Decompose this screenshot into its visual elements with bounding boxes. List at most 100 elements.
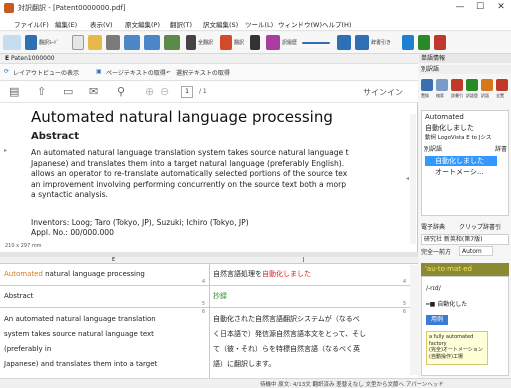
minimize-button[interactable]: — bbox=[452, 1, 468, 14]
zoom-icon[interactable]: ⚲ bbox=[117, 85, 125, 99]
example-note: a fully automated factory (完全)オートメーション (… bbox=[426, 331, 488, 365]
dictionary-icon[interactable] bbox=[434, 35, 446, 50]
scroll-left-arrow-icon[interactable]: ▸ bbox=[4, 147, 7, 154]
editor-scrollbar[interactable] bbox=[410, 265, 418, 375]
page-total: / 1 bbox=[199, 88, 207, 95]
word-icon[interactable] bbox=[481, 79, 493, 91]
title-bar: 対訳翻訳 - [Patent0000000.pdf] — ☐ ✕ bbox=[0, 0, 511, 16]
open-folder-icon[interactable] bbox=[88, 35, 102, 50]
grid-view-icon[interactable] bbox=[355, 35, 369, 50]
menu-help[interactable]: ヘルプ(H) bbox=[322, 19, 351, 29]
mail-icon[interactable]: ✉ bbox=[89, 85, 98, 99]
menu-target-edit[interactable]: 訳文編集(S) bbox=[203, 19, 238, 29]
row-number: 5 bbox=[402, 301, 406, 307]
document-tab[interactable]: E Paten1000000 bbox=[0, 54, 418, 64]
replace-all-label: 全置 bbox=[496, 93, 504, 98]
column-j-label: J bbox=[303, 257, 305, 263]
menu-source-edit[interactable]: 原文編集(P) bbox=[125, 19, 160, 29]
target-highlight[interactable]: 自動化しました bbox=[262, 270, 311, 278]
menu-tools[interactable]: ツール(L) bbox=[245, 19, 273, 29]
play-icon[interactable] bbox=[186, 35, 196, 50]
page-size-label: 210 x 297 mm bbox=[5, 243, 42, 249]
pdf-vertical-scrollbar[interactable] bbox=[410, 114, 416, 244]
stop-icon[interactable] bbox=[250, 35, 260, 50]
search-label: 検索 bbox=[436, 93, 444, 98]
dictionary-select[interactable]: 研究社 新英和(第7版) bbox=[421, 234, 509, 245]
next-page-icon[interactable]: ⊖ bbox=[160, 85, 169, 99]
match-mode-select[interactable]: Autom bbox=[459, 246, 493, 256]
trans-mode-icon[interactable] bbox=[25, 35, 37, 50]
layout-icon[interactable] bbox=[124, 35, 140, 50]
sel-text-icon[interactable]: ⬐ bbox=[166, 68, 171, 75]
target-row[interactable]: 抄録 5 bbox=[210, 286, 410, 308]
alt-translation-selected[interactable]: 自動化しました bbox=[425, 156, 497, 166]
clip-lookup-checkbox[interactable]: クリップ辞書引 bbox=[459, 222, 501, 231]
target-line: 自動化された自然言語翻訳システムが（なるべ bbox=[213, 315, 360, 323]
search-icon[interactable] bbox=[436, 79, 448, 91]
bilingual-view-icon[interactable] bbox=[337, 35, 351, 50]
scroll-right-arrow-icon[interactable]: ◂ bbox=[406, 175, 409, 182]
history-icon[interactable] bbox=[266, 35, 280, 50]
history-label[interactable]: 訳履歴 bbox=[282, 39, 297, 46]
e-dictionary-title: 電子辞典 bbox=[421, 224, 446, 231]
translate-icon[interactable] bbox=[164, 35, 180, 50]
word-info-panel: 単語情報 別訳語 置換 検索 辞書引 訳語登 訳語 全置 Automated 自… bbox=[419, 54, 511, 378]
word-icon[interactable] bbox=[402, 35, 414, 50]
alt-translation-item[interactable]: オートメーシ... bbox=[425, 167, 484, 177]
menu-window[interactable]: ウィンドウ(W) bbox=[278, 19, 322, 29]
sign-in-link[interactable]: サインイン bbox=[363, 87, 403, 98]
menu-translate[interactable]: 翻訳(T) bbox=[170, 19, 192, 29]
translate-label[interactable]: 翻訳 bbox=[234, 39, 244, 46]
replace-all-icon[interactable] bbox=[496, 79, 508, 91]
replace-icon[interactable] bbox=[421, 79, 433, 91]
underline-icon[interactable] bbox=[302, 42, 330, 44]
source-row[interactable]: Automated natural language processing 4 bbox=[0, 264, 209, 286]
headword-bar: 'au·to·mat·ed bbox=[421, 263, 509, 276]
source-word-automated[interactable]: Automated bbox=[4, 270, 43, 278]
page-text-icon[interactable]: ▣ bbox=[96, 68, 102, 75]
convert-icon[interactable] bbox=[418, 35, 430, 50]
target-row[interactable]: 6 自動化された自然言語翻訳システムが（なるべ く日本語で）発信源自然言語本文を… bbox=[210, 308, 410, 378]
abstract-line: an improvement involving performing conc… bbox=[31, 179, 347, 189]
translate-button-icon[interactable] bbox=[220, 35, 232, 50]
example-button[interactable]: 用例 bbox=[426, 315, 448, 325]
dict-lookup-label: 辞書引 bbox=[451, 93, 463, 98]
upload-icon[interactable]: ⇧ bbox=[37, 85, 46, 99]
app-icon bbox=[4, 3, 14, 13]
maximize-button[interactable]: ☐ bbox=[472, 1, 488, 14]
save-icon[interactable]: ▤ bbox=[9, 85, 19, 99]
source-line: An automated natural language translatio… bbox=[4, 315, 156, 323]
all-translate-label[interactable]: 全翻訳 bbox=[198, 39, 213, 46]
dict-lookup-icon[interactable] bbox=[451, 79, 463, 91]
source-line: Japanese) and translates them into a tar… bbox=[4, 360, 158, 368]
match-mode-label: 完全一前方 bbox=[421, 249, 452, 256]
abstract-heading: Abstract bbox=[31, 131, 80, 142]
close-button[interactable]: ✕ bbox=[493, 1, 509, 14]
menu-file[interactable]: ファイル(F) bbox=[14, 19, 49, 29]
mode-switch-button[interactable] bbox=[3, 35, 21, 50]
source-row[interactable]: 6 An automated natural language translat… bbox=[0, 308, 209, 378]
target-text: 自然言語処理を自動化しました bbox=[213, 268, 311, 281]
print-pdf-icon[interactable]: ▭ bbox=[63, 85, 73, 99]
print-icon[interactable] bbox=[106, 35, 120, 50]
pdf-page: Automated natural language processing Ab… bbox=[18, 103, 412, 243]
target-row[interactable]: 自然言語処理を自動化しました 4 bbox=[210, 264, 410, 286]
get-page-text-button[interactable]: ページテキストの取得 bbox=[106, 68, 166, 77]
page-number-input[interactable]: 1 bbox=[181, 86, 193, 98]
register-icon[interactable] bbox=[466, 79, 478, 91]
menu-edit[interactable]: 編集(E) bbox=[55, 19, 77, 29]
menu-view[interactable]: 表示(V) bbox=[90, 19, 113, 29]
new-document-icon[interactable] bbox=[72, 35, 84, 50]
note-line: (自動操作)工場 bbox=[429, 353, 463, 360]
columns-icon[interactable] bbox=[144, 35, 160, 50]
dict-lookup-label[interactable]: 辞書引き bbox=[371, 39, 391, 46]
prev-page-icon[interactable]: ⊕ bbox=[145, 85, 154, 99]
document-pane: E Paten1000000 ⟳ レイアウトビューの表示 ▣ ページテキストの取… bbox=[0, 54, 418, 252]
layout-view-icon[interactable]: ⟳ bbox=[4, 68, 9, 75]
pronunciation: /-rɪd/ bbox=[426, 285, 441, 292]
source-line: system takes source natural language tex… bbox=[4, 330, 154, 338]
get-selected-text-button[interactable]: 選択テキストの取得 bbox=[176, 68, 230, 77]
source-row[interactable]: Abstract 5 bbox=[0, 286, 209, 308]
layout-view-button[interactable]: レイアウトビューの表示 bbox=[13, 68, 79, 77]
source-text: Abstract bbox=[4, 292, 34, 300]
